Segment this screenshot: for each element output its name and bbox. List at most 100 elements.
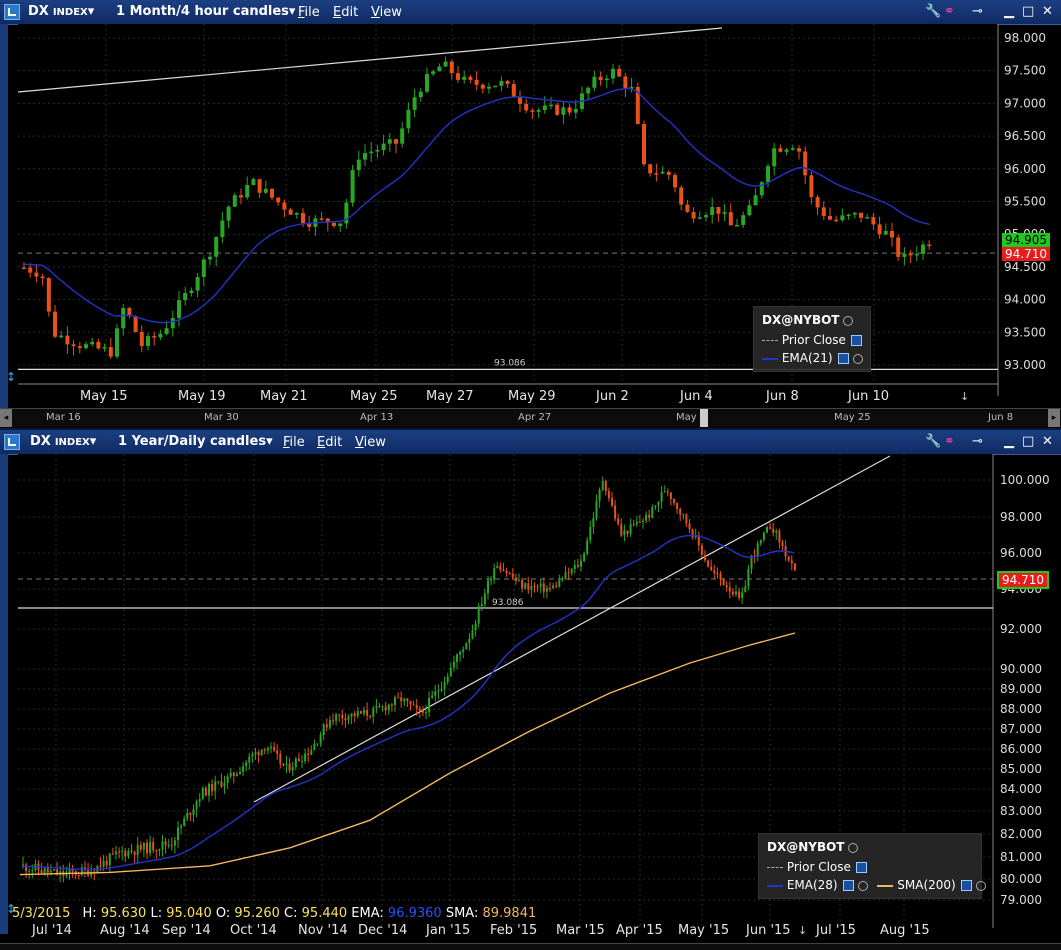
pin-icon[interactable]: ⊸ (972, 434, 983, 449)
y-tick-label: 83.000 (1000, 804, 1042, 818)
scroll-thumb[interactable] (700, 409, 708, 427)
menu-edit[interactable]: Edit (317, 435, 342, 450)
menu-edit[interactable]: Edit (333, 5, 358, 20)
wrench-icon[interactable] (848, 842, 859, 853)
wrench-icon[interactable] (857, 880, 868, 891)
symbol-selector[interactable]: DX INDEX▾ (28, 4, 94, 19)
candle-body (716, 206, 721, 214)
menu-view[interactable]: View (355, 435, 386, 450)
wrench-icon[interactable] (852, 353, 863, 364)
y-tick-label: 84.000 (1000, 782, 1042, 796)
candle-body (635, 521, 638, 525)
maximize-icon[interactable]: □ (1022, 434, 1034, 449)
candle-body (201, 259, 206, 278)
candle-body (350, 170, 355, 203)
candle-body (490, 579, 493, 581)
left-scrollbar[interactable] (0, 24, 8, 410)
candle-body (263, 749, 266, 751)
candle-body (344, 718, 347, 721)
menu-file[interactable]: File (298, 5, 320, 20)
candle-body (716, 572, 719, 575)
date-scrollbar[interactable]: ◂ ▸ Mar 16 Mar 30 Apr 13 Apr 27 May May … (0, 408, 1061, 427)
checkbox-ema[interactable] (837, 353, 849, 364)
minimize-icon[interactable]: ▁ (1004, 434, 1014, 449)
candle-body (722, 579, 725, 586)
link-icon[interactable]: ⚭ (944, 4, 955, 19)
link-icon[interactable]: ⚭ (944, 434, 955, 449)
candle-body (787, 556, 790, 561)
candle-body (611, 68, 615, 79)
checkbox-prior-close[interactable] (855, 862, 867, 873)
candle-body (542, 105, 547, 111)
candle-body (775, 530, 778, 533)
candle-body (642, 123, 646, 165)
candle-body (276, 197, 281, 203)
candle-body (363, 709, 365, 714)
candle-body (397, 697, 400, 699)
candle-body (673, 499, 675, 503)
scroll-right-icon[interactable]: ▸ (1048, 409, 1060, 427)
candle-body (511, 83, 516, 98)
candle-body (877, 224, 882, 235)
close-icon[interactable]: ✕ (1042, 4, 1053, 19)
wrench-icon[interactable] (843, 315, 854, 326)
candle-body (183, 292, 188, 301)
price-chart-4hour[interactable]: 98.00097.50097.00096.50096.00095.50095.0… (10, 24, 1061, 410)
candle-body (356, 711, 359, 717)
y-tick-label: 98.000 (1004, 31, 1046, 45)
candle-body (552, 585, 555, 589)
y-tick-label: 97.000 (1004, 96, 1046, 110)
candle-body (747, 205, 752, 216)
candle-body (710, 206, 715, 216)
candle-body (545, 588, 548, 592)
candle-body (338, 223, 343, 227)
candle-body (291, 766, 294, 771)
candle-body (883, 230, 888, 235)
symbol-selector[interactable]: DX INDEX▾ (30, 434, 96, 449)
candle-body (840, 215, 845, 221)
pin-icon[interactable]: ⊸ (972, 4, 983, 19)
candle-body (226, 776, 229, 784)
candle-body (607, 491, 610, 499)
candle-body (508, 573, 511, 575)
menu-file[interactable]: File (283, 435, 305, 450)
close-icon[interactable]: ✕ (1042, 434, 1053, 449)
candle-body (270, 747, 272, 749)
candle-body (254, 752, 257, 755)
x-tick-label: Jun 8 (765, 389, 799, 404)
candle-body (338, 714, 341, 716)
candle-body (676, 502, 679, 510)
left-scrollbar[interactable] (0, 454, 8, 934)
menu-view[interactable]: View (371, 5, 402, 20)
candle-body (592, 518, 595, 527)
maximize-icon[interactable]: □ (1022, 4, 1034, 19)
y-tick-label: 85.000 (1000, 762, 1042, 776)
x-tick-label: May 19 (178, 389, 226, 404)
candle-body (669, 492, 672, 500)
candle-body (815, 197, 820, 208)
candle-body (297, 758, 300, 762)
candle-body (496, 565, 499, 569)
candle-body (105, 860, 108, 866)
minimize-icon[interactable]: ▁ (1004, 4, 1014, 19)
candle-body (257, 179, 262, 193)
wrench-icon[interactable]: 🔧 (925, 4, 941, 19)
scroll-left-icon[interactable]: ◂ (0, 409, 12, 427)
candle-body (638, 521, 641, 523)
candle-body (111, 853, 114, 855)
candle-body (124, 851, 127, 857)
candle-body (350, 713, 353, 717)
candle-body (115, 851, 117, 855)
checkbox-ema[interactable] (842, 880, 854, 891)
candle-body (753, 195, 758, 206)
timeframe-selector[interactable]: 1 Year/Daily candles▾ (118, 434, 273, 449)
checkbox-sma[interactable] (960, 880, 972, 891)
checkbox-prior-close[interactable] (850, 335, 862, 346)
wrench-icon[interactable] (975, 880, 986, 891)
wrench-icon[interactable]: 🔧 (925, 434, 941, 449)
candle-body (322, 724, 325, 736)
candle-body (595, 500, 598, 519)
readout-ema-label: EMA: (351, 906, 384, 921)
candle-body (741, 215, 746, 225)
timeframe-selector[interactable]: 1 Month/4 hour candles▾ (116, 4, 295, 19)
